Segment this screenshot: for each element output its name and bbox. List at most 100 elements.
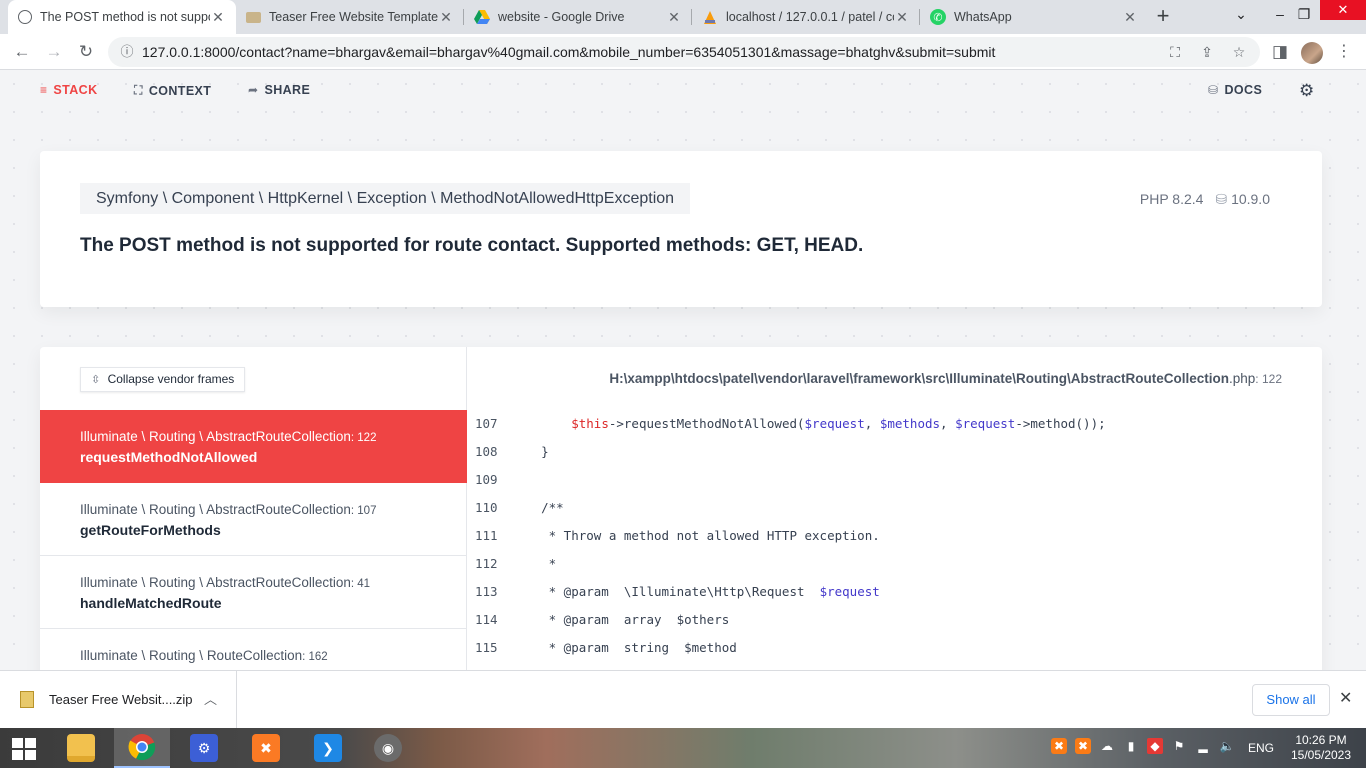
nav-context[interactable]: ⛶ CONTEXT <box>134 83 211 98</box>
tab-phpmyadmin[interactable]: localhost / 127.0.0.1 / patel / con ✕ <box>692 0 920 34</box>
code-line: 112 * <box>467 550 1322 578</box>
new-tab-button[interactable]: + <box>1150 3 1176 29</box>
xampp-tray-icon[interactable]: ✖ <box>1075 738 1091 754</box>
xampp-tray-icon[interactable]: ✖ <box>1051 738 1067 754</box>
tab-search-icon[interactable]: ⌄ <box>1227 0 1255 30</box>
version-info: PHP 8.2.4 ⛁ 10.9.0 <box>1140 191 1270 208</box>
system-clock[interactable]: 10:26 PM 15/05/2023 <box>1290 733 1352 763</box>
windows-start-icon[interactable] <box>12 738 36 760</box>
code-line: 107 $this->requestMethodNotAllowed($requ… <box>467 410 1322 438</box>
show-all-button[interactable]: Show all <box>1252 684 1330 716</box>
nav-docs[interactable]: ⛁ DOCS <box>1208 83 1262 97</box>
line-number: 110 <box>475 500 498 515</box>
chevron-up-icon[interactable]: ︿ <box>204 689 217 708</box>
stack-frame[interactable]: Illuminate \ Routing \ AbstractRouteColl… <box>40 556 467 629</box>
browser-tab-strip: The POST method is not supported ✕ Tease… <box>0 0 1366 34</box>
tab-whatsapp[interactable]: ✆ WhatsApp ✕ <box>920 0 1148 34</box>
address-bar[interactable]: ⓘ 127.0.0.1:8000/contact?name=bhargav&em… <box>108 37 1260 67</box>
tray-app-icon[interactable]: ◆ <box>1147 738 1163 754</box>
laravel-version: 10.9.0 <box>1231 191 1270 207</box>
network-error-icon[interactable]: ⚑ <box>1171 738 1187 754</box>
line-number: 113 <box>475 584 498 599</box>
close-icon[interactable]: ✕ <box>1339 688 1352 708</box>
tab-title: website - Google Drive <box>498 10 625 24</box>
volume-icon[interactable]: 🔈 <box>1219 738 1235 754</box>
wifi-icon[interactable]: ▂ <box>1195 738 1211 754</box>
close-tab-icon[interactable]: ✕ <box>666 9 682 26</box>
error-page: ≡ STACK ⛶ CONTEXT ➦ SHARE ⛁ DOCS ⚙ Symfo… <box>0 70 1366 670</box>
back-icon[interactable]: ← <box>8 38 36 66</box>
collapse-label: Collapse vendor frames <box>107 372 235 386</box>
stack-frame[interactable]: Illuminate \ Routing \ AbstractRouteColl… <box>40 410 467 483</box>
nav-stack[interactable]: ≡ STACK <box>40 83 98 97</box>
profile-avatar[interactable] <box>1301 42 1323 64</box>
tab-title: WhatsApp <box>954 10 1012 24</box>
app-icon[interactable]: ◉ <box>360 728 416 768</box>
vscode-icon[interactable]: ❯ <box>300 728 356 768</box>
code-text: * @param array $others <box>511 612 730 627</box>
frame-method: handleMatchedRoute <box>80 595 222 611</box>
menu-icon[interactable]: ⋮ <box>1336 40 1352 64</box>
expand-icon: ⛶ <box>134 83 143 97</box>
stack-icon: ≡ <box>40 83 48 97</box>
code-line: 110 /** <box>467 494 1322 522</box>
code-text: * @param \Illuminate\Http\Request $reque… <box>511 584 880 599</box>
line-number: 115 <box>475 640 498 655</box>
collapse-icon: ⇳ <box>91 374 101 386</box>
nav-stack-label: STACK <box>53 83 98 97</box>
share-arrow-icon: ➦ <box>248 83 259 97</box>
code-line: 111 * Throw a method not allowed HTTP ex… <box>467 522 1322 550</box>
stack-trace-panel: ⇳ Collapse vendor frames Illuminate \ Ro… <box>40 347 1322 670</box>
line-number: 108 <box>475 444 498 459</box>
download-item[interactable]: Teaser Free Websit....zip ︿ <box>0 671 237 729</box>
cloud-icon[interactable]: ☁ <box>1099 738 1115 754</box>
side-panel-icon[interactable]: ◨ <box>1266 38 1294 66</box>
language-indicator[interactable]: ENG <box>1248 741 1274 755</box>
close-tab-icon[interactable]: ✕ <box>894 9 910 26</box>
file-explorer-icon[interactable] <box>53 728 109 768</box>
xampp-icon[interactable]: ✖ <box>238 728 294 768</box>
frame-line: : 162 <box>302 651 328 663</box>
tab-teaser[interactable]: Teaser Free Website Template | Free ✕ <box>236 0 464 34</box>
stack-frame[interactable]: Illuminate \ Routing \ RouteCollection: … <box>40 629 467 670</box>
file-path[interactable]: H:\xampp\htdocs\patel\vendor\laravel\fra… <box>609 371 1282 386</box>
exception-message: The POST method is not supported for rou… <box>80 235 864 256</box>
reload-icon[interactable]: ↻ <box>72 38 100 66</box>
share-icon[interactable]: ⇪ <box>1198 43 1216 61</box>
line-number: 111 <box>475 528 498 543</box>
translate-icon[interactable]: ⛶ <box>1166 43 1184 61</box>
tab-google-drive[interactable]: website - Google Drive ✕ <box>464 0 692 34</box>
file-line: : 122 <box>1255 372 1282 386</box>
close-tab-icon[interactable]: ✕ <box>210 9 226 26</box>
code-line: 108 } <box>467 438 1322 466</box>
nav-docs-label: DOCS <box>1224 83 1263 97</box>
chrome-icon[interactable] <box>114 728 170 768</box>
line-number: 107 <box>475 416 498 431</box>
frame-class-name: Illuminate \ Routing \ AbstractRouteColl… <box>80 502 351 517</box>
restore-icon[interactable]: ❐ <box>1290 0 1318 30</box>
window-close-button[interactable]: ✕ <box>1320 0 1366 20</box>
close-tab-icon[interactable]: ✕ <box>438 9 454 26</box>
bookmark-star-icon[interactable]: ☆ <box>1230 43 1248 61</box>
nav-share[interactable]: ➦ SHARE <box>248 83 310 97</box>
collapse-vendor-frames-button[interactable]: ⇳ Collapse vendor frames <box>80 367 246 392</box>
tab-active[interactable]: The POST method is not supported ✕ <box>8 0 236 34</box>
template-icon <box>246 11 261 23</box>
download-shelf: Teaser Free Websit....zip ︿ Show all ✕ <box>0 670 1366 729</box>
ignition-nav: ≡ STACK ⛶ CONTEXT ➦ SHARE ⛁ DOCS ⚙ <box>0 70 1366 112</box>
site-info-icon[interactable]: ⓘ <box>118 43 136 61</box>
forward-icon[interactable]: → <box>40 38 68 66</box>
settings-icon[interactable]: ⚙ <box>176 728 232 768</box>
stack-frame[interactable]: Illuminate \ Routing \ AbstractRouteColl… <box>40 483 467 556</box>
taskbar: ⚙ ✖ ❯ ◉ ✖ ✖ ☁ ▮ ◆ ⚑ ▂ 🔈 ENG 10:26 PM 15/… <box>0 728 1366 768</box>
battery-icon[interactable]: ▮ <box>1123 738 1139 754</box>
zip-file-icon <box>20 691 34 708</box>
close-tab-icon[interactable]: ✕ <box>1122 9 1138 26</box>
gear-icon[interactable]: ⚙ <box>1299 81 1314 101</box>
line-number: 112 <box>475 556 498 571</box>
frame-class-name: Illuminate \ Routing \ AbstractRouteColl… <box>80 429 351 444</box>
url-text[interactable]: 127.0.0.1:8000/contact?name=bhargav&emai… <box>142 44 995 60</box>
laravel-icon: ⛁ <box>1208 83 1219 97</box>
nav-share-label: SHARE <box>264 83 311 97</box>
globe-icon <box>18 10 32 24</box>
